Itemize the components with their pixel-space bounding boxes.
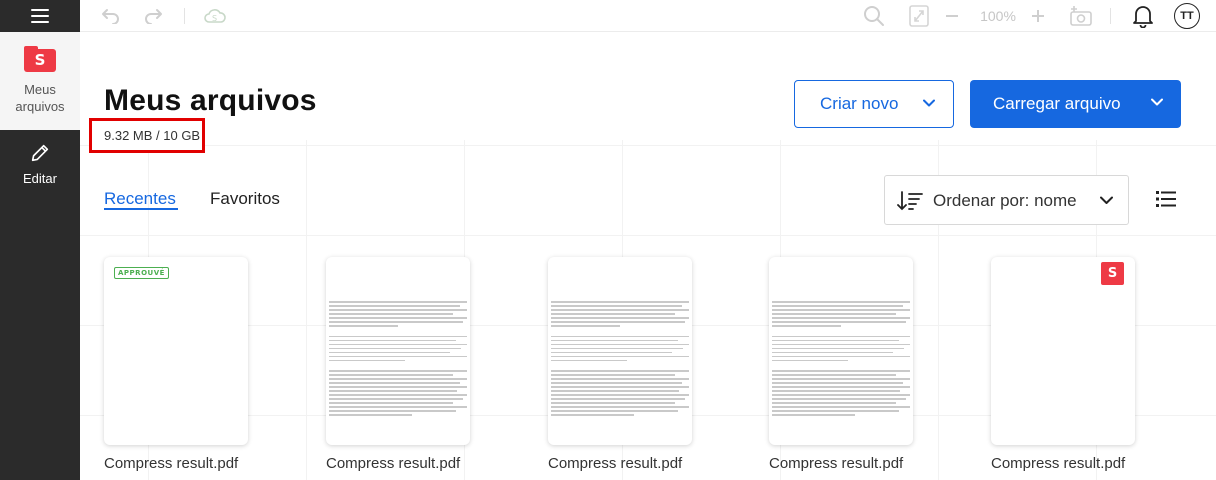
tab-recent[interactable]: Recentes <box>104 189 176 209</box>
redo-button[interactable] <box>142 0 166 32</box>
toolbar-divider <box>1110 8 1111 24</box>
notifications-button[interactable] <box>1130 0 1156 32</box>
zoom-level[interactable]: 100% <box>978 0 1018 32</box>
zoom-out-button[interactable] <box>944 0 960 32</box>
cloud-sync-button[interactable]: S <box>202 0 228 32</box>
chevron-down-icon <box>1100 196 1113 204</box>
zoom-in-button[interactable] <box>1030 0 1046 32</box>
file-card[interactable]: S Compress result.pdf <box>991 257 1135 472</box>
zoom-out-icon <box>946 15 958 17</box>
bell-icon <box>1133 6 1153 28</box>
storage-usage-text: 9.32 MB / 10 GB <box>104 128 201 143</box>
cloud-sync-icon: S <box>204 9 226 23</box>
file-thumbnail <box>548 257 692 445</box>
approved-stamp: APPROUVÉ <box>114 267 169 279</box>
sidebar-item-my-files[interactable]: S Meus arquivos <box>0 32 80 130</box>
s-logo-icon: S <box>1101 262 1124 285</box>
add-photo-icon <box>1070 6 1092 26</box>
sort-order-icon <box>897 191 923 211</box>
app-root: S Meus arquivos Editar S 100% TT Meus ar… <box>0 0 1216 480</box>
page-title: Meus arquivos <box>104 84 317 117</box>
file-name: Compress result.pdf <box>104 455 239 472</box>
left-sidebar: S Meus arquivos Editar <box>0 0 80 480</box>
file-name: Compress result.pdf <box>769 455 904 472</box>
chevron-down-icon <box>1151 98 1163 106</box>
hamburger-menu-icon <box>31 9 49 23</box>
search-icon <box>864 6 884 26</box>
create-new-label: Criar novo <box>820 94 899 113</box>
top-toolbar: S 100% TT <box>80 0 1216 32</box>
sort-dropdown[interactable]: Ordenar por: nome <box>884 175 1129 225</box>
document-preview-lines <box>551 301 689 418</box>
file-name: Compress result.pdf <box>991 455 1126 472</box>
storage-usage: 9.32 MB / 10 GB <box>89 118 205 153</box>
document-preview-lines <box>329 301 467 418</box>
search-button[interactable] <box>862 0 886 32</box>
list-view-button[interactable] <box>1156 190 1176 213</box>
undo-button[interactable] <box>98 0 122 32</box>
add-photo-button[interactable] <box>1068 0 1094 32</box>
sort-label: Ordenar por: nome <box>933 191 1077 210</box>
logo-letter: S <box>24 49 56 72</box>
file-card[interactable]: Compress result.pdf <box>326 257 470 472</box>
undo-icon <box>102 9 119 24</box>
upload-file-button[interactable]: Carregar arquivo <box>970 80 1181 128</box>
file-thumbnail: S <box>991 257 1135 445</box>
pencil-icon <box>31 144 49 162</box>
avatar: TT <box>1174 3 1200 29</box>
file-thumbnail <box>326 257 470 445</box>
file-card[interactable]: APPROUVÉ Compress result.pdf <box>104 257 248 472</box>
hamburger-menu-button[interactable] <box>0 0 80 32</box>
sidebar-item-label: Meus arquivos <box>15 82 65 114</box>
user-avatar-button[interactable]: TT <box>1173 0 1201 32</box>
toolbar-divider <box>184 8 185 24</box>
file-name: Compress result.pdf <box>548 455 683 472</box>
file-card[interactable]: Compress result.pdf <box>769 257 913 472</box>
file-name: Compress result.pdf <box>326 455 461 472</box>
list-view-icon <box>1156 191 1176 207</box>
folder-s-logo-icon: S <box>24 46 56 72</box>
fit-page-icon <box>909 5 929 27</box>
fit-page-button[interactable] <box>908 0 930 32</box>
document-preview-lines <box>772 301 910 418</box>
sidebar-item-edit[interactable]: Editar <box>0 142 80 202</box>
svg-text:S: S <box>212 14 217 23</box>
upload-file-label: Carregar arquivo <box>993 94 1121 113</box>
chevron-down-icon <box>923 99 935 107</box>
file-thumbnail <box>769 257 913 445</box>
file-card[interactable]: Compress result.pdf <box>548 257 692 472</box>
sidebar-item-label: Editar <box>23 171 57 186</box>
file-thumbnail: APPROUVÉ <box>104 257 248 445</box>
tab-favorites[interactable]: Favoritos <box>210 189 280 209</box>
create-new-button[interactable]: Criar novo <box>794 80 954 128</box>
active-tab-underline <box>104 208 178 210</box>
zoom-in-icon <box>1032 10 1044 22</box>
redo-icon <box>145 9 162 24</box>
